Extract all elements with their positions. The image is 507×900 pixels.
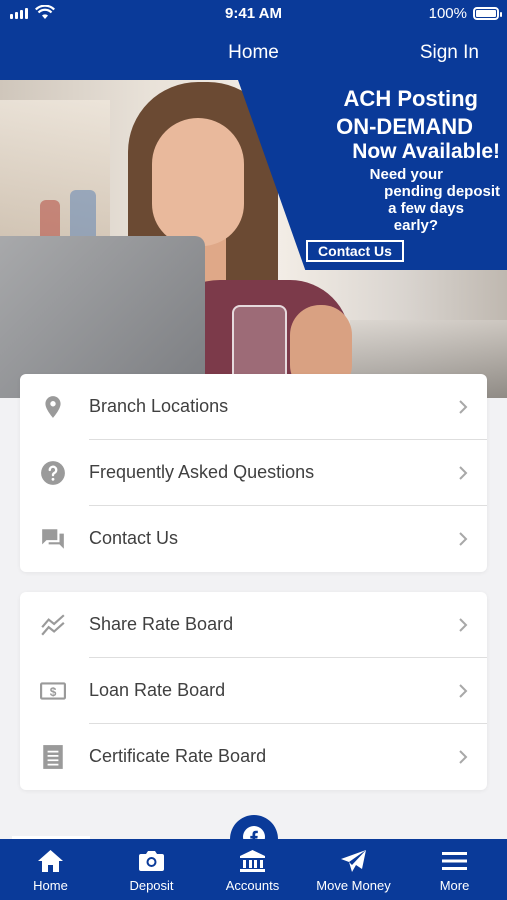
menu-item-label: Contact Us [89, 528, 179, 548]
tab-label: More [439, 878, 470, 893]
chat-bubbles-icon [42, 529, 64, 549]
promo-headline-1: ACH Posting [343, 86, 478, 111]
chevron-right-icon [459, 400, 468, 414]
rates-menu-card: Share Rate Board $ Loan Rate Board Certi… [20, 592, 487, 790]
promo-headline-3: Now Available! [352, 140, 500, 163]
menu-item-loan-rate-board[interactable]: $ Loan Rate Board [20, 658, 487, 724]
tab-more[interactable]: More [404, 839, 505, 900]
menu-item-label: Frequently Asked Questions [89, 462, 315, 482]
menu-item-certificate-rate-board[interactable]: Certificate Rate Board [20, 724, 487, 790]
home-icon [38, 850, 63, 872]
bottom-tab-bar: Home Deposit Accounts Move Money More [0, 839, 507, 900]
sign-in-button[interactable]: Sign In [420, 42, 479, 64]
camera-icon [139, 851, 164, 871]
menu-item-branch-locations[interactable]: Branch Locations [20, 374, 487, 440]
chevron-right-icon [459, 532, 468, 546]
menu-item-label: Loan Rate Board [89, 680, 226, 700]
chevron-right-icon [459, 684, 468, 698]
battery-percent: 100% [428, 5, 467, 22]
menu-item-label: Branch Locations [89, 396, 229, 416]
help-circle-icon [41, 461, 65, 485]
tab-home[interactable]: Home [0, 839, 101, 900]
promo-panel: ACH Posting ON-DEMAND Now Available! Nee… [238, 80, 507, 270]
person-face [152, 118, 244, 246]
chevron-right-icon [459, 618, 468, 632]
document-icon [43, 745, 63, 769]
info-menu-card: Branch Locations Frequently Asked Questi… [20, 374, 487, 572]
chevron-right-icon [459, 750, 468, 764]
tab-accounts[interactable]: Accounts [202, 839, 303, 900]
bank-icon [240, 850, 265, 872]
tab-deposit[interactable]: Deposit [101, 839, 202, 900]
tab-label: Move Money [316, 878, 391, 893]
tab-move-money[interactable]: Move Money [303, 839, 404, 900]
battery-icon [473, 7, 502, 20]
location-pin-icon [45, 396, 61, 418]
top-bar: 9:41 AM 100% Home Sign In [0, 0, 507, 80]
menu-item-faq[interactable]: Frequently Asked Questions [20, 440, 487, 506]
menu-item-label: Share Rate Board [89, 614, 234, 634]
status-bar: 9:41 AM 100% [0, 0, 507, 28]
promo-banner[interactable]: ACH Posting ON-DEMAND Now Available! Nee… [0, 80, 507, 398]
trend-chart-icon [41, 614, 65, 636]
chevron-right-icon [459, 466, 468, 480]
menu-item-contact-us[interactable]: Contact Us [20, 506, 487, 572]
tab-label: Home [33, 878, 68, 893]
dollar-bill-icon: $ [40, 682, 66, 700]
tab-label: Deposit [129, 878, 174, 893]
promo-headline-2: ON-DEMAND [336, 114, 473, 139]
promo-contact-us-button[interactable]: Contact Us [306, 240, 404, 262]
paper-plane-icon [341, 850, 366, 872]
tab-label: Accounts [225, 878, 280, 893]
menu-item-share-rate-board[interactable]: Share Rate Board [20, 592, 487, 658]
menu-item-label: Certificate Rate Board [89, 746, 267, 766]
svg-text:$: $ [50, 685, 57, 699]
menu-icon [442, 852, 467, 870]
